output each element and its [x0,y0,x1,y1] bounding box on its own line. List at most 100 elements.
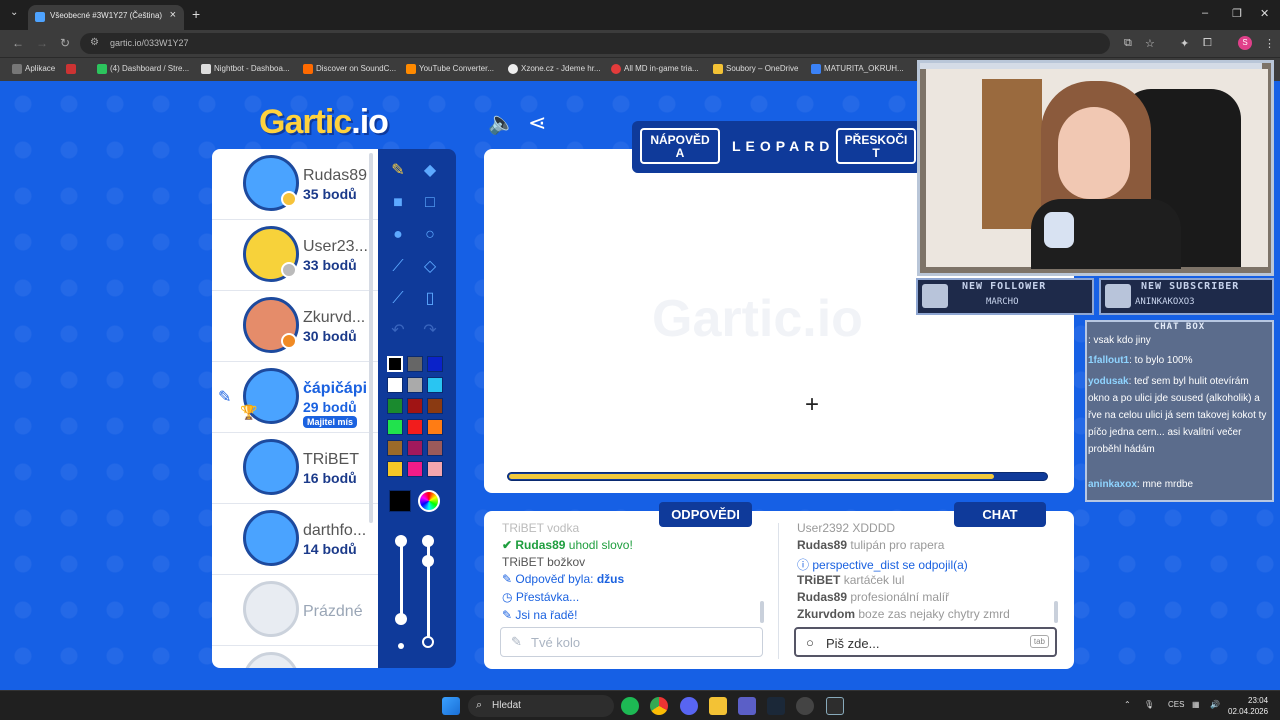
volume-icon[interactable]: 🔊 [1210,700,1220,709]
players-scrollbar[interactable] [369,153,373,523]
bookmark-star-icon[interactable]: ☆ [1145,37,1155,50]
hint-button[interactable]: NÁPOVĚD A [640,128,720,164]
language-indicator[interactable]: CES [1168,700,1184,709]
slider-knob-icon[interactable] [422,555,434,567]
player-row[interactable]: TRiBET 16 bodů [212,433,378,504]
eyedropper-icon[interactable]: ⟋ [387,288,409,310]
tab-search-icon[interactable]: ⌄ [10,7,18,18]
address-bar[interactable]: ⚙ gartic.io/033W1Y27 [80,33,1110,54]
spotify-icon[interactable] [621,697,639,715]
discord-icon[interactable] [680,697,698,715]
color-swatch[interactable] [407,419,423,435]
install-app-icon[interactable]: ⧉ [1124,37,1132,50]
bookmark-item[interactable]: Xzone.cz - Jdeme hr... [508,64,601,74]
browser-menu-icon[interactable]: ⋮ [1264,37,1275,50]
forward-icon[interactable]: → [36,36,48,50]
reload-icon[interactable]: ↻ [60,36,70,50]
app-icon[interactable] [826,697,844,715]
color-wheel-icon[interactable] [418,490,440,512]
player-name: Rudas89 [303,167,368,184]
teams-icon[interactable] [738,697,756,715]
taskbar-search[interactable]: ⌕ Hledat [468,695,614,717]
color-swatch[interactable] [387,377,403,393]
color-swatch[interactable] [427,377,443,393]
color-swatch[interactable] [407,377,423,393]
undo-icon[interactable]: ↶ [387,320,409,342]
slider-knob-icon[interactable] [395,535,407,547]
line-tool-icon[interactable]: ⟋ [387,256,409,278]
bookmark-item[interactable]: Soubory – OneDrive [713,64,798,74]
answer-input[interactable]: ✎ Tvé kolo [500,627,763,657]
start-icon[interactable] [442,697,460,715]
sound-icon[interactable]: 🔈 [488,110,515,136]
answers-scrollbar[interactable] [760,601,764,623]
empty-avatar-icon [243,652,299,668]
filled-circle-icon[interactable]: ● [387,224,409,246]
slider-knob-icon[interactable] [395,613,407,625]
bookmark-item[interactable]: Aplikace [12,64,55,74]
filled-rectangle-icon[interactable]: ■ [387,192,409,214]
bookmark-item[interactable]: MATURITA_OKRUH... [811,64,904,74]
answers-chat-panel: ODPOVĚDI CHAT TRiBET vodka ✔ Rudas89 uho… [484,502,1074,669]
share-icon[interactable]: ⋖ [528,110,546,136]
maximize-icon[interactable]: ❐ [1232,7,1242,20]
color-swatch[interactable] [407,398,423,414]
bookmark-item[interactable]: YouTube Converter... [406,64,494,74]
tab-close-icon[interactable]: × [170,9,176,21]
bookmark-item[interactable]: Nightbot - Dashboa... [201,64,290,74]
extensions-puzzle-icon[interactable]: ⧠ [1203,37,1212,50]
minimize-icon[interactable]: – [1202,7,1208,19]
chat-scrollbar[interactable] [1054,601,1058,623]
tray-chevron-icon[interactable]: ⌃ [1124,700,1131,709]
pencil-tool-icon[interactable]: ✎ [387,160,409,182]
player-row[interactable]: Rudas89 35 bodů [212,149,378,220]
color-swatch[interactable] [407,461,423,477]
color-swatch[interactable] [407,440,423,456]
color-swatch[interactable] [387,440,403,456]
browser-tab-active[interactable]: Všeobecné #3W1Y27 (Čeština) × [28,5,184,30]
color-swatch[interactable] [427,356,443,372]
microphone-icon[interactable]: 🎙 [1144,700,1154,709]
chat-input[interactable]: ○ Piš zde... tab [794,627,1057,657]
skip-button[interactable]: PŘESKOČI T [836,128,916,164]
color-swatch[interactable] [427,398,443,414]
redo-icon[interactable]: ↷ [419,320,441,342]
back-icon[interactable]: ← [12,36,24,50]
circle-icon[interactable]: ○ [419,224,441,246]
color-swatch[interactable] [387,461,403,477]
player-row-self[interactable]: ✎ 🏆 čápičápi 29 bodů Majitel mís [212,362,378,433]
network-icon[interactable]: ▦ [1192,700,1200,709]
color-swatch[interactable] [387,398,403,414]
obs-icon[interactable] [796,697,814,715]
color-swatch[interactable] [387,356,403,372]
color-swatch[interactable] [427,461,443,477]
bookmark-item[interactable]: (4) Dashboard / Stre... [97,64,189,74]
new-page-icon[interactable]: ▯ [419,288,441,310]
player-name: čápičápi [303,380,368,397]
window-close-icon[interactable]: ✕ [1260,7,1269,20]
extension-icon[interactable]: ✦ [1180,37,1189,50]
color-swatch[interactable] [407,356,423,372]
brush-size-slider[interactable] [400,541,403,617]
site-info-icon[interactable]: ⚙ [90,37,99,48]
player-row[interactable]: User23... 33 bodů [212,220,378,291]
player-row[interactable]: darthfo... 14 bodů [212,504,378,575]
fill-bucket-icon[interactable]: ◆ [419,160,441,182]
skip-label: PŘESKOČI T [844,133,908,160]
steam-icon[interactable] [767,697,785,715]
color-swatch[interactable] [427,440,443,456]
profile-avatar[interactable]: S [1238,36,1252,50]
chrome-icon[interactable] [650,697,668,715]
bookmark-item[interactable]: All MD in-game tria... [611,64,699,74]
bookmark-item[interactable]: Discover on SoundC... [303,64,396,74]
player-row[interactable]: Zkurvd... 30 bodů [212,291,378,362]
current-color-swatch[interactable] [389,490,411,512]
new-tab-icon[interactable]: + [192,6,200,22]
rectangle-icon[interactable]: □ [419,192,441,214]
taskbar-clock[interactable]: 23:04 02.04.2026 [1228,695,1268,717]
eraser-icon[interactable]: ◇ [419,256,441,278]
file-explorer-icon[interactable] [709,697,727,715]
color-swatch[interactable] [387,419,403,435]
slider-knob-icon[interactable] [422,535,434,547]
color-swatch[interactable] [427,419,443,435]
